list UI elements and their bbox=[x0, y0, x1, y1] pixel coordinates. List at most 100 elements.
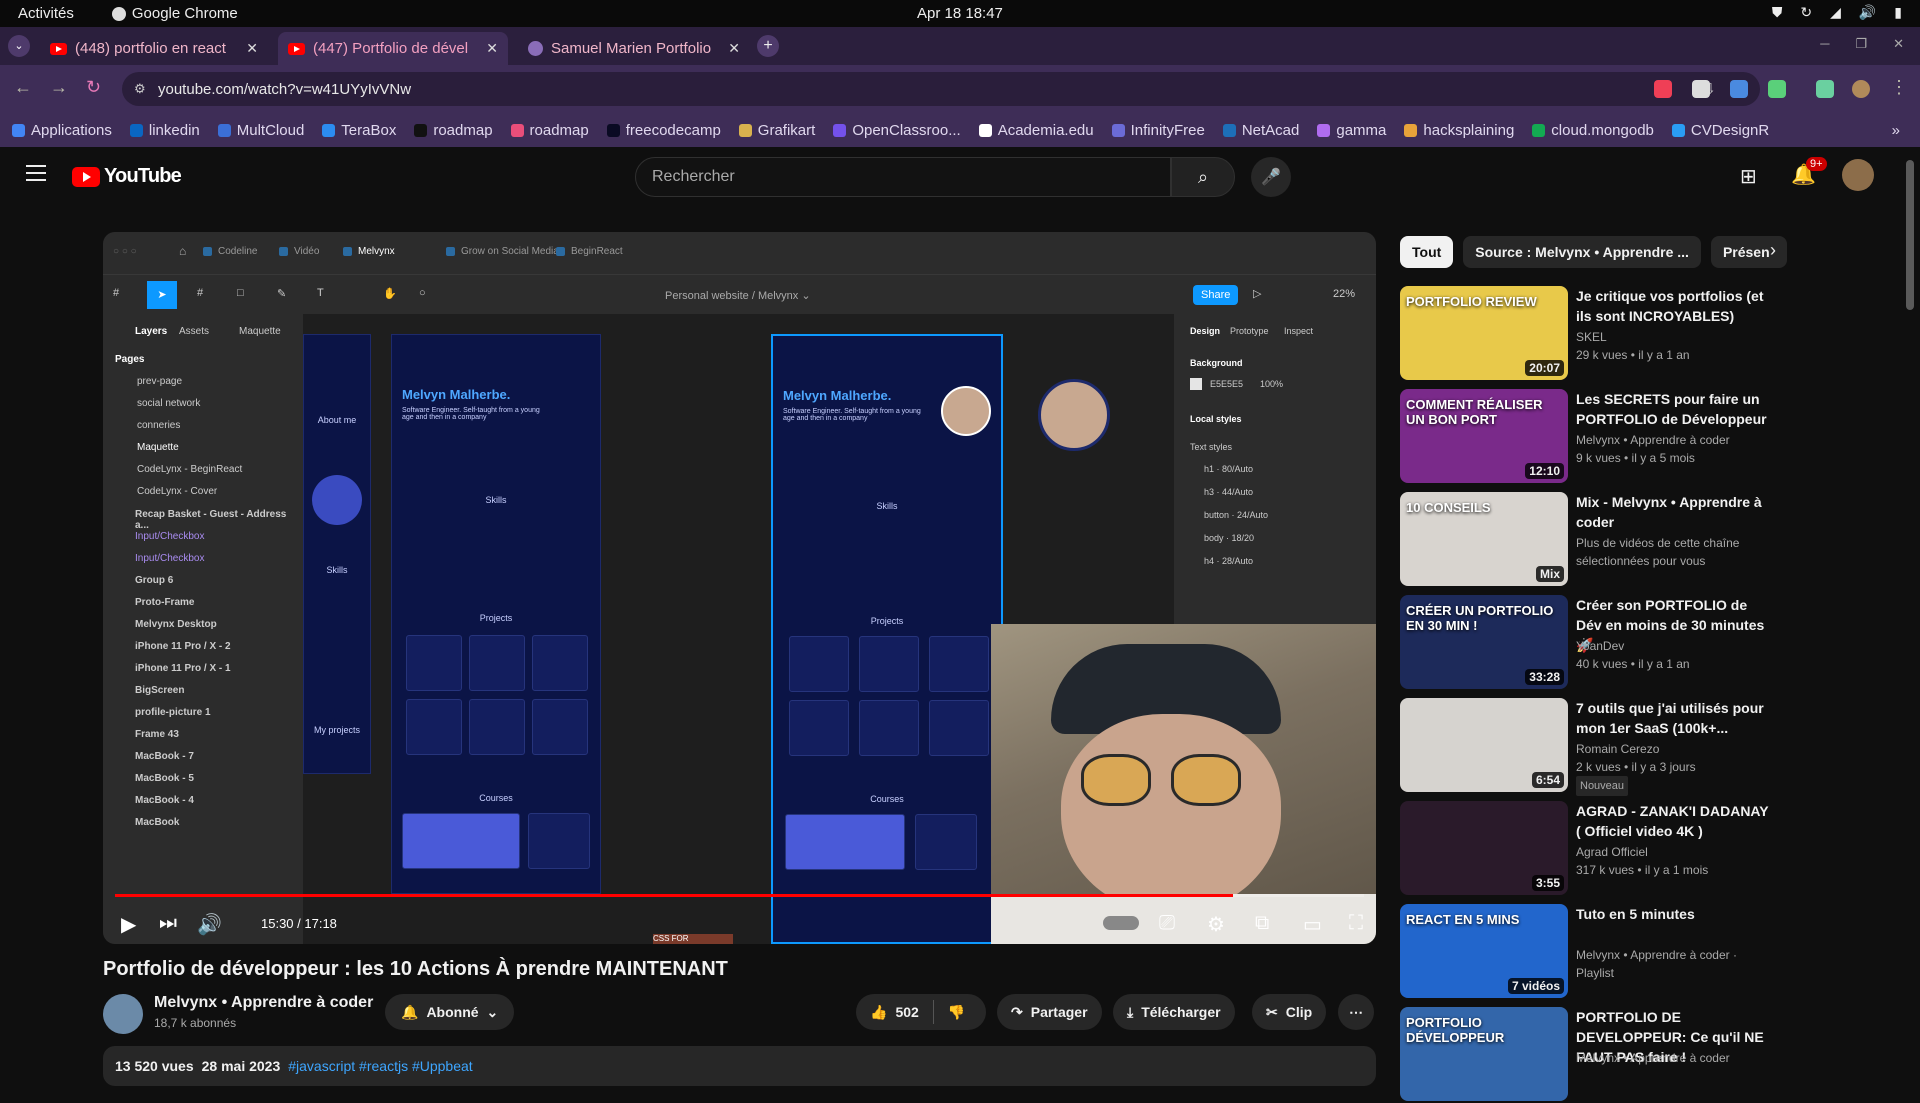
battery-icon[interactable]: ▮ bbox=[1894, 4, 1902, 21]
voice-search-button[interactable]: 🎤 bbox=[1251, 157, 1291, 197]
recommendation-item[interactable]: 10 CONSEILS Mix Mix - Melvynx • Apprendre … bbox=[1400, 492, 1780, 588]
recommendation-channel[interactable]: SKEL bbox=[1576, 328, 1776, 346]
like-count[interactable]: 502 bbox=[895, 1004, 918, 1020]
pocket-extension-icon[interactable] bbox=[1654, 80, 1672, 98]
reading-list-icon[interactable] bbox=[1816, 80, 1834, 98]
like-icon[interactable]: 👍 bbox=[870, 1004, 887, 1021]
close-tab-icon[interactable]: ✕ bbox=[728, 40, 740, 57]
recommendation-channel[interactable]: Melvynx • Apprendre à coder bbox=[1576, 1049, 1776, 1067]
wifi-icon[interactable]: ◢ bbox=[1830, 4, 1841, 21]
clip-button[interactable]: ✂ Clip bbox=[1252, 994, 1327, 1030]
bookmark-item[interactable]: Grafikart bbox=[738, 122, 815, 139]
recommendation-title[interactable]: Tuto en 5 minutes bbox=[1576, 904, 1776, 924]
recommendation-channel[interactable]: YoanDev bbox=[1576, 637, 1776, 655]
recommendation-item[interactable]: 3:55 AGRAD - ZANAK'I DADANAY ( Officiel v… bbox=[1400, 801, 1780, 897]
autoplay-toggle[interactable] bbox=[1103, 916, 1139, 930]
close-tab-icon[interactable]: ✕ bbox=[246, 40, 258, 57]
subscribed-button[interactable]: 🔔 Abonné ⌄ bbox=[385, 994, 515, 1030]
video-thumbnail[interactable]: PORTFOLIO REVIEW 20:07 bbox=[1400, 286, 1568, 380]
clock[interactable]: Apr 18 18:47 bbox=[917, 5, 1003, 22]
minimize-icon[interactable]: ─ bbox=[1820, 36, 1829, 52]
create-video-icon[interactable]: ⊞ bbox=[1740, 164, 1757, 189]
close-tab-icon[interactable]: ✕ bbox=[486, 40, 498, 57]
refresh-tray-icon[interactable]: ↻ bbox=[1800, 4, 1812, 21]
browser-menu-icon[interactable]: ⋮ bbox=[1890, 77, 1908, 98]
volume-icon[interactable]: 🔊 bbox=[1859, 4, 1876, 21]
more-bookmarks-icon[interactable]: » bbox=[1892, 122, 1900, 139]
next-icon[interactable]: ⏭ bbox=[159, 912, 177, 935]
bookmark-item[interactable]: OpenClassroo... bbox=[833, 122, 961, 139]
recommendation-channel[interactable]: Agrad Officiel bbox=[1576, 843, 1776, 861]
hashtags[interactable]: #javascript #reactjs #Uppbeat bbox=[288, 1058, 472, 1074]
bookmark-item[interactable]: hacksplaining bbox=[1404, 122, 1514, 139]
system-tray[interactable]: ⛊ ↻ ◢ 🔊 ▮ bbox=[1772, 4, 1902, 21]
bookmark-item[interactable]: freecodecamp bbox=[606, 122, 721, 139]
bookmark-item[interactable]: MultCloud bbox=[217, 122, 304, 139]
youtube-logo[interactable]: YouTube bbox=[72, 165, 182, 188]
bookmark-item[interactable]: TeraBox bbox=[322, 122, 396, 139]
back-icon[interactable]: ← bbox=[14, 77, 32, 98]
video-thumbnail[interactable]: CRÉER UN PORTFOLIO EN 30 MIN ! 33:28 bbox=[1400, 595, 1568, 689]
recommendation-channel[interactable]: Melvynx • Apprendre à coder · Playlist bbox=[1576, 946, 1776, 982]
bookmark-item[interactable]: roadmap bbox=[510, 122, 589, 139]
tab-search-button[interactable]: ⌄ bbox=[8, 35, 30, 57]
play-icon[interactable]: ▶ bbox=[121, 912, 136, 937]
video-thumbnail[interactable]: COMMENT RÉALISER UN BON PORT 12:10 bbox=[1400, 389, 1568, 483]
puzzle-extension-icon[interactable] bbox=[1768, 80, 1786, 98]
download-button[interactable]: ⤓ Télécharger bbox=[1113, 994, 1235, 1030]
extension-icon[interactable] bbox=[1730, 80, 1748, 98]
recommendation-channel[interactable]: Plus de vidéos de cette chaîne sélection… bbox=[1576, 534, 1776, 570]
bookmark-item[interactable]: Academia.edu bbox=[978, 122, 1094, 139]
miniplayer-icon[interactable]: ⧉ bbox=[1255, 912, 1269, 935]
progress-bar[interactable] bbox=[115, 894, 1364, 897]
video-thumbnail[interactable]: 3:55 bbox=[1400, 801, 1568, 895]
maximize-icon[interactable]: ❐ bbox=[1855, 36, 1867, 52]
fullscreen-icon[interactable]: ⛶ bbox=[1349, 912, 1363, 935]
window-controls[interactable]: ─ ❐ ✕ bbox=[1820, 36, 1904, 52]
site-info-icon[interactable]: ⚙ bbox=[134, 81, 146, 97]
bookmark-item[interactable]: roadmap bbox=[414, 122, 493, 139]
new-tab-button[interactable]: + bbox=[757, 35, 779, 57]
bookmark-item[interactable]: cloud.mongodb bbox=[1532, 122, 1654, 139]
chevron-right-icon[interactable]: › bbox=[1770, 240, 1776, 261]
recommendation-title[interactable]: Les SECRETS pour faire un PORTFOLIO de D… bbox=[1576, 389, 1776, 429]
profile-icon[interactable] bbox=[1852, 80, 1870, 98]
dislike-icon[interactable]: 👎 bbox=[948, 1004, 965, 1021]
search-input[interactable]: Rechercher bbox=[635, 157, 1171, 197]
description-box[interactable]: 13 520 vues 28 mai 2023 #javascript #rea… bbox=[103, 1046, 1376, 1086]
search-button[interactable]: ⌕ bbox=[1171, 157, 1235, 197]
menu-icon[interactable] bbox=[26, 165, 46, 181]
recommendation-title[interactable]: 7 outils que j'ai utilisés pour mon 1er … bbox=[1576, 698, 1776, 738]
reload-icon[interactable]: ↻ bbox=[86, 77, 101, 98]
bookmark-item[interactable]: linkedin bbox=[129, 122, 200, 139]
theater-mode-icon[interactable]: ▭ bbox=[1303, 912, 1322, 937]
video-thumbnail[interactable]: PORTFOLIO DÉVELOPPEUR bbox=[1400, 1007, 1568, 1101]
shield-icon[interactable]: ⛊ bbox=[1772, 4, 1783, 21]
share-button[interactable]: ↷ Partager bbox=[997, 994, 1102, 1030]
tab-1[interactable]: (448) portfolio en react ✕ bbox=[40, 32, 268, 65]
activities-button[interactable]: Activités bbox=[18, 5, 74, 22]
bookmark-item[interactable]: CVDesignR bbox=[1671, 122, 1769, 139]
recommendation-title[interactable]: AGRAD - ZANAK'I DADANAY ( Officiel video… bbox=[1576, 801, 1776, 841]
forward-icon[interactable]: → bbox=[50, 77, 68, 98]
bookmark-item[interactable]: gamma bbox=[1317, 122, 1386, 139]
subtitles-icon[interactable]: ⎚ bbox=[1159, 912, 1175, 935]
settings-icon[interactable]: ⚙ bbox=[1207, 912, 1225, 937]
recommendation-item[interactable]: 6:54 7 outils que j'ai utilisés pour mon … bbox=[1400, 698, 1780, 796]
tab-3[interactable]: Samuel Marien Portfolio ✕ bbox=[518, 32, 750, 65]
bookmark-item[interactable]: NetAcad bbox=[1222, 122, 1299, 139]
recommendation-item[interactable]: CRÉER UN PORTFOLIO EN 30 MIN ! 33:28 Créer… bbox=[1400, 595, 1780, 691]
close-window-icon[interactable]: ✕ bbox=[1893, 36, 1904, 52]
video-thumbnail[interactable]: REACT EN 5 MINS 7 vidéos bbox=[1400, 904, 1568, 998]
address-bar[interactable]: ⚙ youtube.com/watch?v=w41UYyIvVNw ⇩ ☆ bbox=[122, 72, 1760, 106]
volume-icon[interactable]: 🔊 bbox=[197, 912, 222, 937]
video-thumbnail[interactable]: 10 CONSEILS Mix bbox=[1400, 492, 1568, 586]
channel-name[interactable]: Melvynx • Apprendre à coder bbox=[154, 994, 373, 1012]
chip-source[interactable]: Source : Melvynx • Apprendre ... bbox=[1463, 236, 1701, 268]
recommendation-item[interactable]: REACT EN 5 MINS 7 vidéos Tuto en 5 minutes… bbox=[1400, 904, 1780, 1000]
recommendation-channel[interactable]: Romain Cerezo bbox=[1576, 740, 1776, 758]
more-actions-button[interactable]: ⋯ bbox=[1338, 994, 1374, 1030]
chip-all[interactable]: Tout bbox=[1400, 236, 1454, 268]
bookmark-item[interactable]: InfinityFree bbox=[1111, 122, 1205, 139]
bookmark-item[interactable]: Applications bbox=[12, 122, 112, 139]
